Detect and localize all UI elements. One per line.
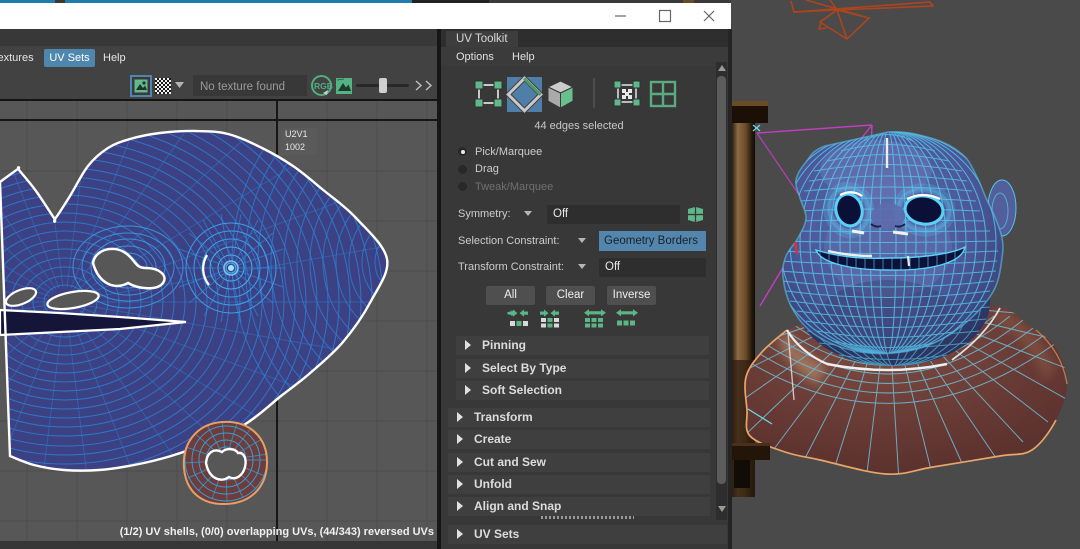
- svg-text:RGB: RGB: [314, 81, 333, 91]
- svg-text:No texture found: No texture found: [200, 81, 285, 93]
